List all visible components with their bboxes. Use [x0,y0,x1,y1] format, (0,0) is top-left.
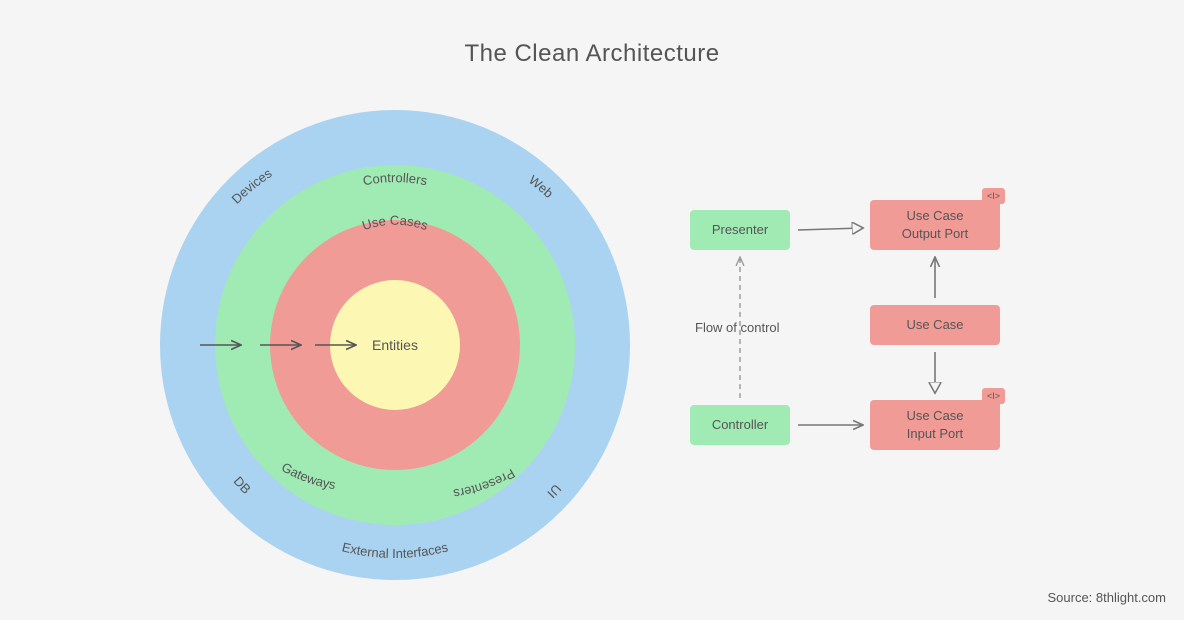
box-input-port: <I> Use CaseInput Port [870,400,1000,450]
interface-tag-2: <I> [982,388,1005,404]
box-presenter: Presenter [690,210,790,250]
layers-diagram: Entities Use Cases Controllers [160,110,630,580]
flow-diagram: Presenter <I> Use CaseOutput Port Use Ca… [690,200,1060,460]
box-controller: Controller [690,405,790,445]
flow-of-control-label: Flow of control [695,320,780,335]
box-output-port: <I> Use CaseOutput Port [870,200,1000,250]
interface-tag: <I> [982,188,1005,204]
label-output-port: Use CaseOutput Port [902,207,968,242]
label-input-port: Use CaseInput Port [906,407,963,442]
box-usecase: Use Case [870,305,1000,345]
source-label: Source: 8thlight.com [1047,590,1166,605]
diagram-title: The Clean Architecture [0,0,1184,68]
label-entities: Entities [330,280,460,410]
